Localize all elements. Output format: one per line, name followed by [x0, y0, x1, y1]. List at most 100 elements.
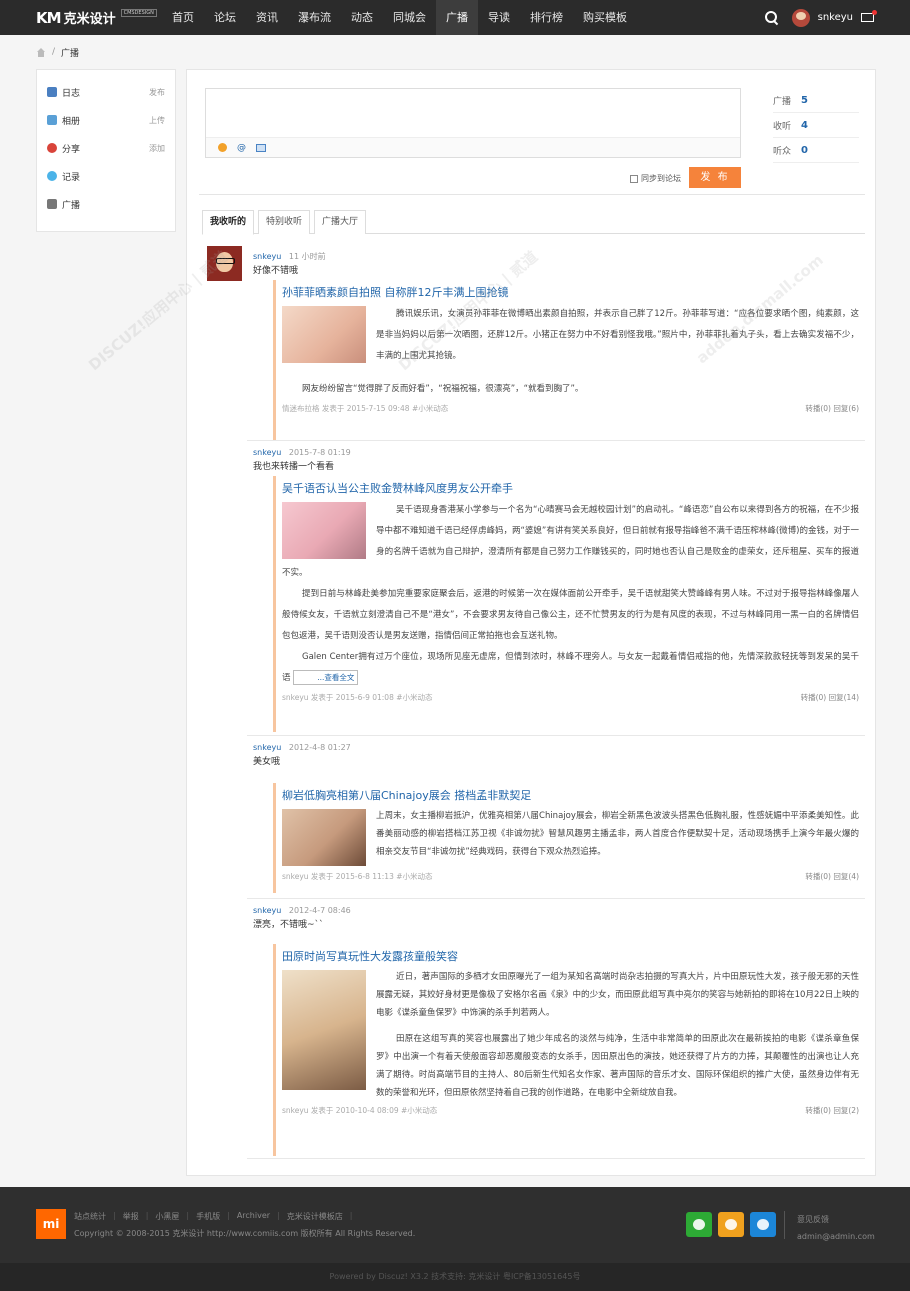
logo-text: 克米设计 — [63, 12, 116, 27]
post-time: 2015-7-8 01:19 — [288, 448, 351, 457]
article-actions[interactable]: 转播(0) 回复(6) — [805, 400, 859, 418]
stat-value: 0 — [801, 144, 808, 156]
article-thumbnail[interactable] — [282, 502, 366, 559]
home-icon[interactable] — [36, 47, 46, 57]
left-menu-item-broadcast[interactable]: 广播 — [37, 190, 175, 218]
nav-item-buy-template[interactable]: 购买模板 — [573, 0, 637, 35]
left-menu-item-album[interactable]: 相册 上传 — [37, 106, 175, 134]
article-title[interactable]: 柳岩低胸亮相第八届Chinajoy展会 搭档孟非默契足 — [282, 787, 859, 807]
footer-link-archiver[interactable]: Archiver — [237, 1211, 270, 1222]
weibo-icon[interactable] — [718, 1212, 744, 1237]
stat-value: 5 — [801, 94, 808, 106]
article-title[interactable]: 田原时尚写真玩性大发露孩童般笑容 — [282, 948, 859, 968]
article-footer: snkeyu 发表于 2010-10-4 08:09 #小米动态 转播(0) 回… — [282, 1102, 859, 1120]
footer-link-report[interactable]: 举报 — [123, 1211, 139, 1222]
post-user[interactable]: snkeyu — [253, 448, 281, 457]
article-title[interactable]: 孙菲菲晒素颜自拍照 自称胖12斤丰满上围抢镜 — [282, 284, 859, 304]
sync-to-forum[interactable]: 同步到论坛 — [630, 173, 681, 184]
mi-logo[interactable]: mi — [36, 1209, 66, 1239]
article-actions[interactable]: 转播(0) 回复(4) — [805, 868, 859, 886]
nav-item-broadcast[interactable]: 广播 — [436, 0, 478, 35]
left-menu-label: 日志 — [62, 88, 81, 99]
stat-following[interactable]: 收听 4 — [773, 113, 859, 138]
read-more-button[interactable]: ...查看全文 — [293, 670, 359, 685]
social-links — [686, 1212, 776, 1237]
mention-icon[interactable]: @ — [237, 143, 246, 153]
article-body: 近日，著声国际的多栖才女田原曝光了一组为某知名高端时尚杂志拍摄的写真大片，片中田… — [282, 968, 859, 1022]
emoji-icon[interactable] — [218, 143, 227, 152]
nav-item-waterfall[interactable]: 瀑布流 — [288, 0, 341, 35]
footer-link-shop[interactable]: 克米设计模板店 — [287, 1211, 343, 1222]
logo-badge: CMSDESIGN — [120, 9, 157, 17]
footer-link-blacklist[interactable]: 小黑屋 — [155, 1211, 179, 1222]
post-time: 11 小时前 — [288, 252, 326, 261]
nav-item-feed[interactable]: 动态 — [341, 0, 383, 35]
left-menu-item-blog[interactable]: 日志 发布 — [37, 78, 175, 106]
contact-email[interactable]: admin@admin.com — [797, 1228, 875, 1245]
user-name[interactable]: snkeyu — [818, 12, 853, 23]
article-thumbnail[interactable] — [282, 970, 366, 1090]
breadcrumb-sep: / — [52, 47, 56, 57]
footer-copyright: Copyright © 2008-2015 克米设计 http://www.co… — [74, 1229, 416, 1238]
left-menu-item-record[interactable]: 记录 — [37, 162, 175, 190]
article-paragraph: 吴千语现身香港某小学参与一个名为“心晴赛马会无越校园计划”的启动礼。“峰语恋”自… — [282, 505, 859, 578]
article-paragraph: 腾讯娱乐讯，女演员孙菲菲在微博晒出素颜自拍照，并表示自己胖了12斤。孙菲菲写道：… — [376, 309, 859, 361]
broadcast-textarea[interactable]: @ — [205, 88, 741, 158]
post-text: 美女哦 — [253, 757, 281, 767]
article-footer: snkeyu 发表于 2015-6-8 11:13 #小米动态 转播(0) 回复… — [282, 868, 859, 886]
left-menu-action-upload[interactable]: 上传 — [149, 115, 165, 126]
tab-following[interactable]: 我收听的 — [202, 210, 255, 235]
left-menu-label: 分享 — [62, 144, 81, 155]
post-text: 好像不错哦 — [253, 266, 299, 276]
main-nav: 首页 论坛 资讯 瀑布流 动态 同城会 广播 导读 排行榜 购买模板 — [162, 0, 637, 35]
breadcrumb: / 广播 — [36, 44, 79, 60]
tab-hall[interactable]: 广播大厅 — [314, 210, 367, 234]
album-icon — [47, 115, 57, 125]
qzone-icon[interactable] — [750, 1212, 776, 1237]
image-icon[interactable] — [256, 143, 266, 152]
nav-item-guide[interactable]: 导读 — [478, 0, 520, 35]
nav-item-forum[interactable]: 论坛 — [204, 0, 246, 35]
tab-special[interactable]: 特别收听 — [258, 210, 311, 234]
poster-avatar[interactable] — [207, 246, 242, 281]
divider — [199, 194, 865, 195]
site-logo[interactable]: KM 克米设计 CMSDESIGN — [36, 9, 157, 27]
stat-broadcast[interactable]: 广播 5 — [773, 88, 859, 113]
publish-button[interactable]: 发 布 — [689, 167, 741, 188]
footer-link-stats[interactable]: 站点统计 — [74, 1211, 106, 1222]
blog-icon — [47, 87, 57, 97]
sync-checkbox[interactable] — [630, 174, 638, 183]
nav-item-news[interactable]: 资讯 — [246, 0, 288, 35]
wechat-icon[interactable] — [686, 1212, 712, 1237]
post-meta: snkeyu 11 小时前 — [253, 251, 865, 263]
left-menu-item-share[interactable]: 分享 添加 — [37, 134, 175, 162]
post-user[interactable]: snkeyu — [253, 743, 281, 752]
article-source: snkeyu 发表于 2015-6-8 11:13 #小米动态 — [282, 872, 433, 881]
article-body: 网友纷纷留言“觉得胖了反而好看”，“祝福祝福，很漂亮”，“就看到胸了”。 — [282, 379, 859, 400]
feedback-link[interactable]: 意见反馈 — [797, 1211, 875, 1228]
article-actions[interactable]: 转播(0) 回复(2) — [805, 1102, 859, 1120]
user-avatar[interactable] — [791, 8, 810, 27]
stat-followers[interactable]: 听众 0 — [773, 138, 859, 163]
left-menu-action-add[interactable]: 添加 — [149, 143, 165, 154]
feed-list: snkeyu 11 小时前 好像不错哦 孙菲菲晒素颜自拍照 自称胖12斤丰满上围… — [247, 245, 865, 1159]
search-icon[interactable] — [764, 11, 778, 24]
article-thumbnail[interactable] — [282, 809, 366, 866]
footer-link-mobile[interactable]: 手机版 — [196, 1211, 220, 1222]
nav-item-city[interactable]: 同城会 — [383, 0, 436, 35]
article-actions[interactable]: 转播(0) 回复(14) — [801, 689, 859, 707]
left-menu-action-publish[interactable]: 发布 — [149, 87, 165, 98]
post-user[interactable]: snkeyu — [253, 252, 281, 261]
article-thumbnail[interactable] — [282, 306, 366, 363]
footer-contact: 意见反馈 admin@admin.com — [797, 1211, 875, 1245]
message-icon[interactable] — [861, 10, 877, 22]
stat-label: 广播 — [773, 96, 792, 107]
post-user[interactable]: snkeyu — [253, 906, 281, 915]
nav-item-ranking[interactable]: 排行榜 — [520, 0, 573, 35]
footer-divider — [784, 1211, 785, 1239]
composer-toolbar: @ — [206, 137, 740, 157]
speaker-icon — [47, 199, 57, 209]
feed-item: snkeyu 11 小时前 好像不错哦 孙菲菲晒素颜自拍照 自称胖12斤丰满上围… — [247, 245, 865, 441]
article-title[interactable]: 吴千语否认当公主败金赞林峰风度男友公开牵手 — [282, 480, 859, 500]
nav-item-home[interactable]: 首页 — [162, 0, 204, 35]
